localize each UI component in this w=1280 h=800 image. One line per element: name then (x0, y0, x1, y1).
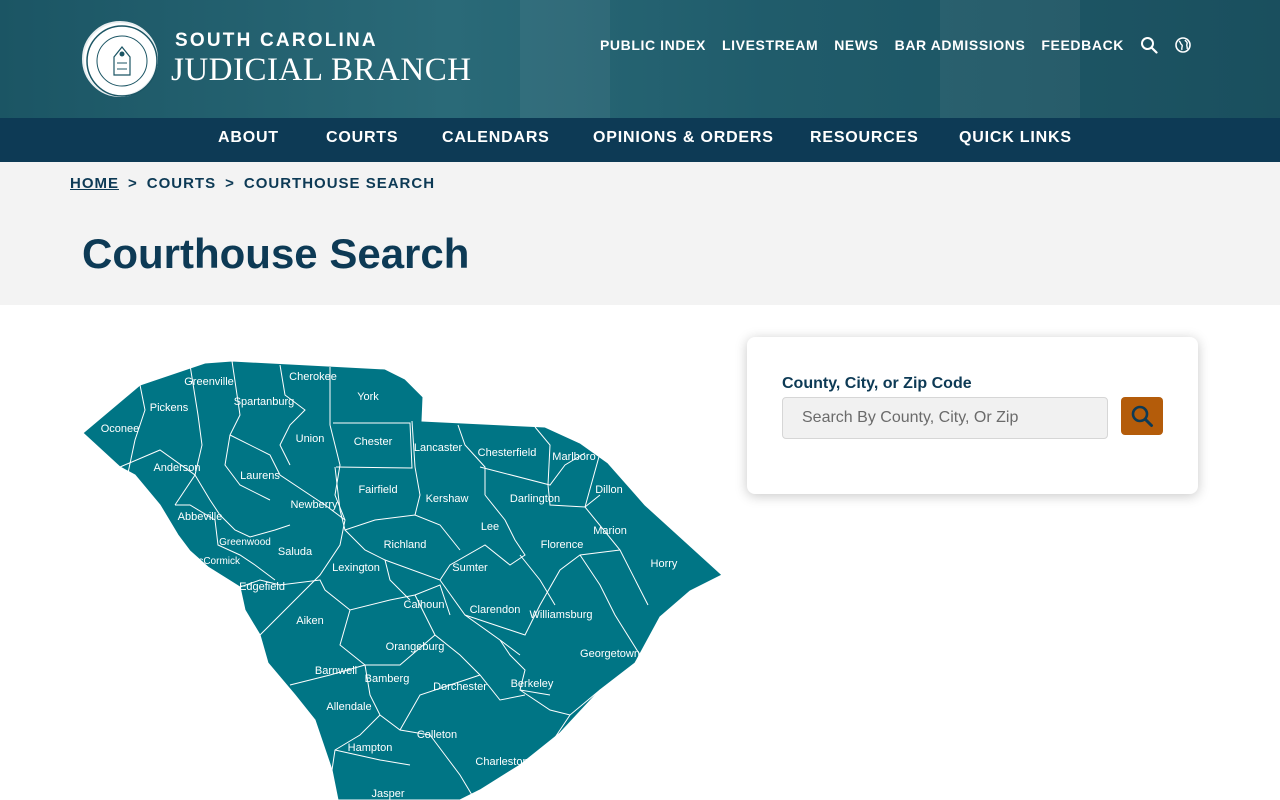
judicial-seal-logo[interactable] (82, 21, 158, 97)
nav-item-calendars[interactable]: CALENDARS (442, 129, 550, 147)
county-label-chester[interactable]: Chester (354, 436, 393, 448)
county-label-dillon[interactable]: Dillon (595, 484, 623, 496)
county-map[interactable]: Greenville Cherokee York Pickens Spartanburg… (80, 355, 725, 800)
county-label-georgetown[interactable]: Georgetown (580, 648, 640, 660)
county-label-kershaw[interactable]: Kershaw (426, 493, 469, 505)
page-hero: HOME > COURTS > COURTHOUSE SEARCH Courth… (0, 162, 1280, 305)
county-label-spartanburg[interactable]: Spartanburg (234, 396, 295, 408)
county-label-florence[interactable]: Florence (541, 539, 584, 551)
nav-item-opinions-orders[interactable]: OPINIONS & ORDERS (593, 129, 774, 147)
county-label-newberry[interactable]: Newberry (290, 499, 338, 511)
county-label-union[interactable]: Union (296, 433, 325, 445)
county-label-greenville[interactable]: Greenville (184, 376, 234, 388)
county-label-berkeley[interactable]: Berkeley (511, 678, 554, 690)
search-input[interactable] (782, 397, 1108, 439)
page-title: Courthouse Search (82, 230, 470, 277)
search-icon (1131, 405, 1153, 427)
util-link-bar-admissions[interactable]: BAR ADMISSIONS (895, 37, 1026, 53)
county-label-bamberg[interactable]: Bamberg (365, 673, 410, 685)
breadcrumb-home[interactable]: HOME (70, 175, 119, 192)
county-label-horry[interactable]: Horry (651, 558, 678, 570)
county-label-abbeville[interactable]: Abbeville (178, 511, 223, 523)
main-nav: ABOUT COURTS CALENDARS OPINIONS & ORDERS… (0, 118, 1280, 162)
county-label-charleston[interactable]: Charleston (475, 756, 528, 768)
nav-item-quick-links[interactable]: QUICK LINKS (959, 129, 1072, 147)
county-label-marlboro[interactable]: Marlboro (552, 451, 595, 463)
county-label-williamsburg[interactable]: Williamsburg (530, 609, 593, 621)
site-header: SOUTH CAROLINA JUDICIAL BRANCH PUBLIC IN… (0, 0, 1280, 118)
county-label-edgefield[interactable]: Edgefield (239, 581, 285, 593)
breadcrumb-current: COURTHOUSE SEARCH (243, 175, 436, 192)
county-label-aiken[interactable]: Aiken (296, 615, 324, 627)
county-label-richland[interactable]: Richland (384, 539, 427, 551)
search-icon[interactable] (1140, 36, 1158, 54)
county-label-allendale[interactable]: Allendale (326, 701, 371, 713)
county-label-pickens[interactable]: Pickens (150, 402, 189, 414)
search-label: County, City, or Zip Code (782, 375, 972, 392)
county-label-oconee[interactable]: Oconee (101, 423, 140, 435)
breadcrumb: HOME > COURTS > COURTHOUSE SEARCH (70, 175, 435, 192)
county-label-fairfield[interactable]: Fairfield (358, 484, 397, 496)
county-label-jasper[interactable]: Jasper (371, 788, 404, 800)
nav-item-resources[interactable]: RESOURCES (810, 129, 919, 147)
county-label-darlington[interactable]: Darlington (510, 493, 560, 505)
county-label-dorchester[interactable]: Dorchester (433, 681, 487, 693)
breadcrumb-courts[interactable]: COURTS (147, 175, 216, 192)
utility-nav: PUBLIC INDEX LIVESTREAM NEWS BAR ADMISSI… (584, 36, 1192, 54)
brand-branch-name[interactable]: JUDICIAL BRANCH (171, 52, 472, 89)
county-label-lancaster[interactable]: Lancaster (414, 442, 463, 454)
county-label-lee[interactable]: Lee (481, 521, 499, 533)
county-label-lexington[interactable]: Lexington (332, 562, 380, 574)
nav-item-about[interactable]: ABOUT (218, 129, 279, 147)
county-label-york[interactable]: York (357, 391, 379, 403)
county-label-laurens[interactable]: Laurens (240, 470, 280, 482)
util-link-livestream[interactable]: LIVESTREAM (722, 37, 818, 53)
county-label-marion[interactable]: Marion (593, 525, 627, 537)
util-link-news[interactable]: NEWS (834, 37, 878, 53)
county-label-barnwell[interactable]: Barnwell (315, 665, 357, 677)
county-label-sumter[interactable]: Sumter (452, 562, 488, 574)
county-label-orangeburg[interactable]: Orangeburg (386, 641, 445, 653)
nav-item-courts[interactable]: COURTS (326, 129, 398, 147)
county-label-saluda[interactable]: Saluda (278, 546, 313, 558)
search-button[interactable] (1121, 397, 1163, 435)
breadcrumb-separator: > (128, 175, 138, 192)
state-outline (82, 360, 723, 800)
county-label-calhoun[interactable]: Calhoun (404, 599, 445, 611)
county-label-mccormick[interactable]: McCormick (190, 556, 241, 567)
globe-icon[interactable] (1174, 36, 1192, 54)
county-label-greenwood[interactable]: Greenwood (219, 537, 271, 548)
county-label-hampton[interactable]: Hampton (348, 742, 393, 754)
county-label-cherokee[interactable]: Cherokee (289, 371, 337, 383)
courthouse-search-card: County, City, or Zip Code (747, 337, 1198, 494)
util-link-public-index[interactable]: PUBLIC INDEX (600, 37, 706, 53)
header-background-shade (940, 0, 1080, 118)
util-link-feedback[interactable]: FEEDBACK (1041, 37, 1124, 53)
county-label-clarendon[interactable]: Clarendon (470, 604, 521, 616)
header-background-shade (520, 0, 610, 118)
county-label-anderson[interactable]: Anderson (153, 462, 200, 474)
breadcrumb-separator: > (225, 175, 235, 192)
county-label-colleton[interactable]: Colleton (417, 729, 457, 741)
county-label-chesterfield[interactable]: Chesterfield (478, 447, 537, 459)
brand-state-name[interactable]: SOUTH CAROLINA (175, 30, 378, 52)
